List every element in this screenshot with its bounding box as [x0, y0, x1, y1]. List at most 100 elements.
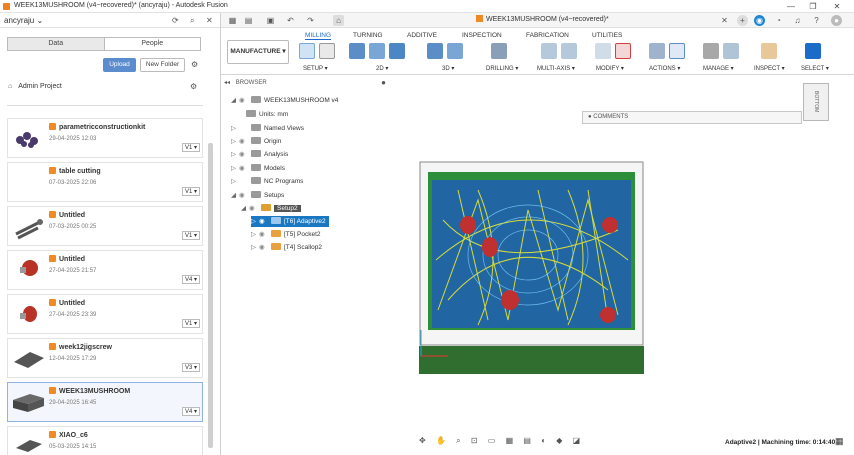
project-settings-icon[interactable]: ⚙ [190, 82, 197, 91]
upload-button[interactable]: Upload [103, 58, 136, 72]
redo-icon[interactable]: ↷ [305, 15, 316, 26]
browser-header[interactable]: ◂◂ BROWSER ● [224, 78, 388, 91]
3d-pocket-icon[interactable] [447, 43, 463, 59]
avatar[interactable]: ● [831, 15, 842, 26]
group-setup[interactable]: SETUP ▾ [303, 65, 328, 72]
2d-pocket-icon[interactable] [369, 43, 385, 59]
multi-axis-2-icon[interactable] [561, 43, 577, 59]
tree-node-pocket2[interactable]: ▷ ◉ [T5] Pocket2 [251, 229, 321, 240]
group-multi-axis[interactable]: MULTI-AXIS ▾ [537, 65, 575, 72]
tool-library-icon[interactable] [703, 43, 719, 59]
tab-inspection[interactable]: INSPECTION [462, 32, 502, 39]
tab-milling[interactable]: MILLING [305, 32, 332, 40]
group-select[interactable]: SELECT ▾ [801, 65, 829, 72]
tree-node-models[interactable]: ▷ ◉ Models [231, 163, 285, 174]
model-viewport[interactable] [418, 160, 645, 376]
tab-utilities[interactable]: UTILITIES [592, 32, 622, 39]
tree-node-setup2[interactable]: ◢ ◉ Setup2 [241, 203, 301, 214]
delete-toolpath-icon[interactable] [615, 43, 631, 59]
group-drilling[interactable]: DRILLING ▾ [486, 65, 518, 72]
tree-node-units[interactable]: Units: mm [243, 109, 288, 120]
modify-icon[interactable] [595, 43, 611, 59]
group-modify[interactable]: MODIFY ▾ [596, 65, 624, 72]
simulate-icon[interactable] [649, 43, 665, 59]
file-item[interactable]: table cutting 07-03-2025 22:06 V1 ▾ [7, 162, 203, 202]
file-item-selected[interactable]: WEEK13MUSHROOM 29-04-2025 16:45 V4 ▾ [7, 382, 203, 422]
maximize-button[interactable]: ❐ [806, 2, 820, 11]
tree-node-analysis[interactable]: ▷ ◉ Analysis [231, 149, 288, 160]
pan-icon[interactable]: ✋ [436, 436, 446, 445]
workspace-switcher[interactable]: MANUFACTURE ▾ [227, 40, 289, 64]
file-menu-icon[interactable]: ▤ [243, 15, 254, 26]
gear-icon[interactable]: ⚙ [191, 60, 198, 69]
view-cube[interactable]: BOTTOM [803, 83, 829, 121]
fit-icon[interactable]: ⊡ [471, 436, 478, 445]
version-dropdown[interactable]: V1 ▾ [181, 143, 200, 152]
file-item[interactable]: XIAO_c6 05-03-2025 14:15 [7, 426, 203, 455]
camera-icon[interactable]: ◪ [573, 436, 581, 445]
tab-people[interactable]: People [105, 38, 201, 50]
comments-panel[interactable]: ● COMMENTS [582, 111, 802, 124]
setup-sheet-icon[interactable] [319, 43, 335, 59]
close-tab-icon[interactable]: ✕ [719, 15, 730, 26]
home-icon[interactable]: ⌂ [8, 83, 12, 90]
group-inspect[interactable]: INSPECT ▾ [754, 65, 785, 72]
tree-node-scallop2[interactable]: ▷ ◉ [T4] Scallop2 [251, 242, 322, 253]
tab-data[interactable]: Data [8, 38, 105, 50]
version-dropdown[interactable]: V4 ▾ [181, 407, 200, 416]
orbit-icon[interactable]: ✥ [419, 436, 426, 445]
group-3d[interactable]: 3D ▾ [442, 65, 454, 72]
new-folder-button[interactable]: New Folder [140, 58, 185, 72]
refresh-icon[interactable]: ⟳ [172, 16, 179, 25]
tree-node-adaptive2[interactable]: ▷ ◉ [T6] Adaptive2 [251, 216, 329, 227]
help-icon[interactable]: ? [811, 15, 822, 26]
post-process-icon[interactable] [669, 43, 685, 59]
tree-node-named-views[interactable]: ▷ Named Views [231, 123, 304, 134]
viewports-icon[interactable]: ▤ [523, 436, 531, 445]
environment-icon[interactable]: ◐ [541, 436, 546, 445]
measure-icon[interactable] [761, 43, 777, 59]
display-settings-icon[interactable]: ▭ [488, 436, 496, 445]
file-item[interactable]: parametricconstructionkit 29-04-2025 12:… [7, 118, 203, 158]
group-actions[interactable]: ACTIONS ▾ [649, 65, 680, 72]
file-list-scrollbar[interactable] [208, 143, 213, 448]
version-dropdown[interactable]: V1 ▾ [181, 231, 200, 240]
file-item[interactable]: Untitled 07-03-2025 00:25 V1 ▾ [7, 206, 203, 246]
group-manage[interactable]: MANAGE ▾ [703, 65, 734, 72]
grid-icon[interactable]: ▦ [506, 436, 514, 445]
save-icon[interactable]: ▣ [265, 15, 276, 26]
zoom-icon[interactable]: ⌕ [456, 436, 460, 445]
job-status-icon[interactable]: ◔ [773, 15, 784, 26]
tab-fabrication[interactable]: FABRICATION [526, 32, 569, 39]
tree-node-setups[interactable]: ◢ ◉ Setups [231, 190, 284, 201]
layout-icon[interactable]: ▦ [835, 436, 844, 447]
undo-icon[interactable]: ↶ [285, 15, 296, 26]
drilling-icon[interactable] [491, 43, 507, 59]
home-icon[interactable]: ⌂ [333, 15, 344, 26]
close-button[interactable]: ✕ [830, 2, 844, 11]
close-panel-icon[interactable]: ✕ [206, 16, 213, 25]
user-menu[interactable]: ancyraju ⌄ [4, 16, 43, 25]
version-dropdown[interactable]: V1 ▾ [181, 187, 200, 196]
version-dropdown[interactable]: V3 ▾ [181, 363, 200, 372]
2d-contour-icon[interactable] [389, 43, 405, 59]
minimize-button[interactable]: — [784, 2, 798, 11]
multi-axis-icon[interactable] [541, 43, 557, 59]
2d-adaptive-icon[interactable] [349, 43, 365, 59]
document-tab[interactable]: WEEK13MUSHROOM (v4~recovered)* [476, 15, 609, 23]
breadcrumb-project[interactable]: Admin Project [18, 83, 62, 90]
file-item[interactable]: week12jigscrew 12-04-2025 17:29 V3 ▾ [7, 338, 203, 378]
tree-node-root[interactable]: ◢ ◉ WEEK13MUSHROOM v4 [231, 95, 338, 106]
3d-adaptive-icon[interactable] [427, 43, 443, 59]
machine-library-icon[interactable] [723, 43, 739, 59]
grid-menu-icon[interactable]: ▦ [227, 15, 238, 26]
group-2d[interactable]: 2D ▾ [376, 65, 388, 72]
file-item[interactable]: Untitled 27-04-2025 21:57 V4 ▾ [7, 250, 203, 290]
new-tab-icon[interactable]: + [737, 15, 748, 26]
version-dropdown[interactable]: V4 ▾ [181, 275, 200, 284]
extensions-icon[interactable]: ◉ [754, 15, 765, 26]
tree-node-origin[interactable]: ▷ ◉ Origin [231, 136, 281, 147]
search-icon[interactable]: ⌕ [190, 16, 194, 26]
tab-additive[interactable]: ADDITIVE [407, 32, 437, 39]
collapse-icon[interactable]: ◂◂ [224, 80, 230, 86]
